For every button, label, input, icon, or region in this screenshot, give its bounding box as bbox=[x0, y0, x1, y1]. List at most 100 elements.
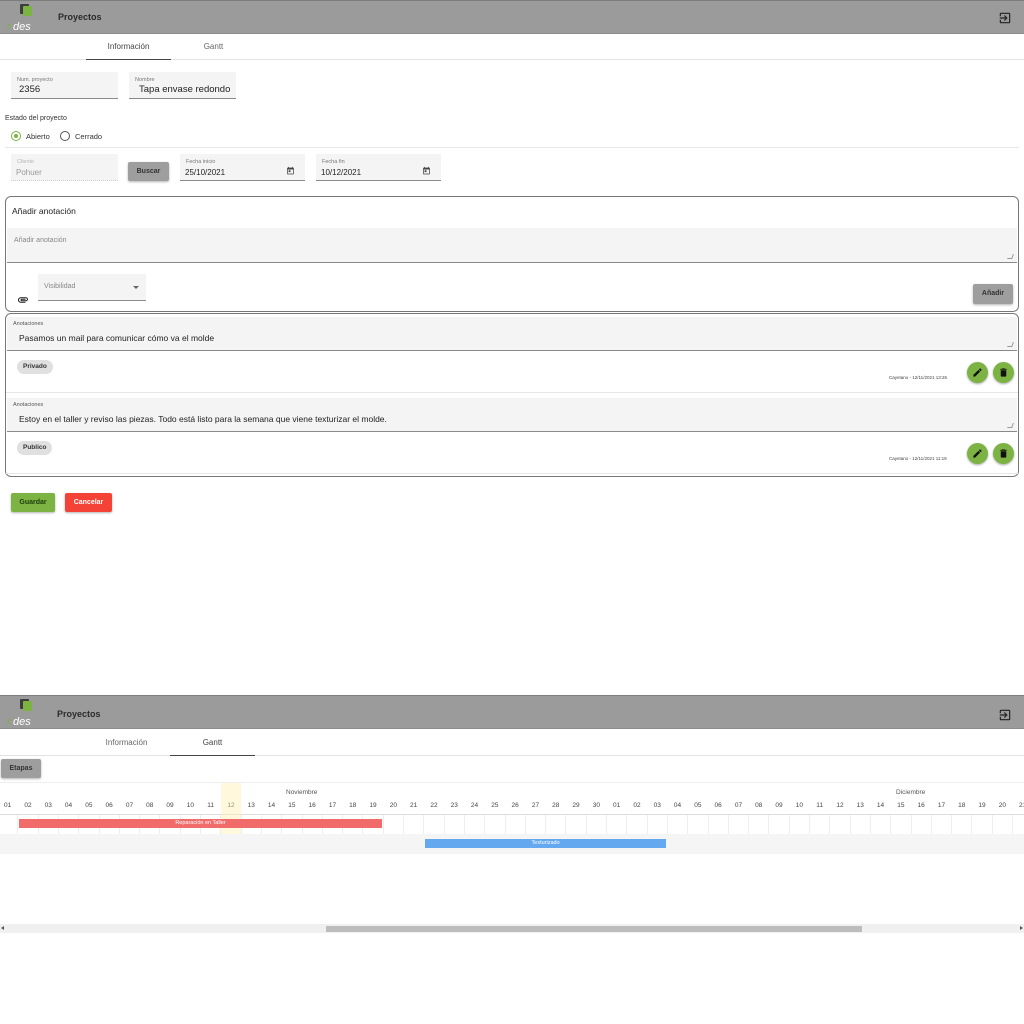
edit-button[interactable] bbox=[967, 362, 988, 383]
gantt-day-label: 13 bbox=[247, 802, 255, 809]
fecha-inicio-label: Fecha inicio bbox=[186, 159, 216, 165]
annotation-textarea[interactable]: Anotaciones Pasamos un mail para comunic… bbox=[7, 317, 1017, 351]
tab-informacion[interactable]: Información bbox=[84, 730, 169, 756]
fecha-inicio-field[interactable]: Fecha inicio 25/10/2021 bbox=[180, 154, 305, 181]
cliente-field: Cliente Pohuer bbox=[11, 154, 118, 181]
radio-abierto-label: Abierto bbox=[26, 132, 50, 141]
fecha-fin-label: Fecha fin bbox=[322, 159, 345, 165]
gantt-day-label: 06 bbox=[105, 802, 113, 809]
gantt-task-bar[interactable]: Texturizado bbox=[424, 839, 667, 848]
gantt-day-label: 16 bbox=[917, 802, 925, 809]
etapas-button[interactable]: Etapas bbox=[1, 759, 41, 778]
cliente-value: Pohuer bbox=[16, 168, 42, 177]
gantt-day-label: 25 bbox=[491, 802, 499, 809]
app-title: Proyectos bbox=[58, 12, 102, 22]
exit-icon[interactable] bbox=[998, 708, 1012, 722]
num-proyecto-field[interactable]: Num. proyecto 2356 bbox=[11, 72, 118, 99]
gantt-day-label: 26 bbox=[511, 802, 519, 809]
anadir-button[interactable]: Añadir bbox=[973, 284, 1013, 304]
gantt-day-label: 24 bbox=[470, 802, 479, 809]
calendar-icon[interactable] bbox=[422, 163, 431, 175]
pencil-icon bbox=[973, 368, 982, 377]
new-annotation-card: Añadir anotación Añadir anotación Visibi… bbox=[5, 196, 1019, 312]
gantt-day-label: 10 bbox=[795, 802, 803, 809]
gantt-day-label: 21 bbox=[410, 802, 418, 809]
app-title: Proyectos bbox=[57, 709, 101, 719]
cancelar-button[interactable]: Cancelar bbox=[65, 493, 112, 512]
svg-text:des: des bbox=[13, 716, 31, 728]
tab-gantt[interactable]: Gantt bbox=[171, 34, 256, 60]
scroll-right-icon[interactable] bbox=[1020, 926, 1023, 930]
divider bbox=[6, 473, 1018, 474]
edit-button[interactable] bbox=[967, 443, 988, 464]
gantt-day-label: 04 bbox=[673, 802, 682, 809]
resize-handle[interactable] bbox=[1007, 254, 1014, 259]
trash-icon bbox=[1000, 368, 1007, 377]
gantt-day-label: 03 bbox=[653, 802, 661, 809]
visibility-chip: Publico bbox=[17, 441, 53, 455]
gantt-day-label: 22 bbox=[430, 802, 438, 809]
delete-button[interactable] bbox=[993, 443, 1014, 464]
gantt-day-label: 14 bbox=[876, 802, 885, 809]
svg-text:des: des bbox=[13, 21, 31, 33]
gantt-day-label: 10 bbox=[186, 802, 194, 809]
gantt-day-label: 27 bbox=[531, 802, 540, 809]
nombre-field[interactable]: Nombre Tapa envase redondo bbox=[129, 72, 236, 99]
gantt-task-bar[interactable]: Reparación en Taller bbox=[18, 819, 383, 828]
resize-handle[interactable] bbox=[1007, 423, 1014, 428]
cliente-label: Cliente bbox=[17, 159, 35, 165]
scroll-left-icon[interactable] bbox=[1, 926, 4, 930]
annotation-label: Anotaciones bbox=[13, 321, 44, 327]
pencil-icon bbox=[973, 449, 982, 458]
gantt-day-label: 29 bbox=[572, 802, 580, 809]
chevron-down-icon bbox=[133, 286, 139, 289]
annotation-textarea[interactable]: Anotaciones Estoy en el taller y reviso … bbox=[7, 398, 1017, 432]
gantt-day-label: 08 bbox=[755, 802, 763, 809]
tab-informacion[interactable]: Información bbox=[86, 34, 171, 60]
radio-abierto[interactable] bbox=[11, 131, 21, 141]
tab-gantt[interactable]: Gantt bbox=[170, 730, 255, 756]
scroll-thumb[interactable] bbox=[326, 926, 862, 932]
gantt-day-label: 01 bbox=[4, 802, 12, 809]
new-annotation-title: Añadir anotación bbox=[12, 206, 76, 216]
buscar-button[interactable]: Buscar bbox=[128, 162, 169, 181]
annotation-label: Anotaciones bbox=[13, 402, 44, 408]
tab-bar: Información Gantt bbox=[0, 34, 1024, 60]
nombre-label: Nombre bbox=[135, 77, 155, 83]
delete-button[interactable] bbox=[993, 362, 1014, 383]
num-proyecto-label: Num. proyecto bbox=[17, 77, 53, 83]
calendar-icon[interactable] bbox=[286, 163, 295, 175]
visibilidad-placeholder: Visibilidad bbox=[44, 283, 76, 290]
gantt-day-label: 19 bbox=[978, 802, 986, 809]
exit-icon[interactable] bbox=[998, 11, 1012, 25]
gantt-day-label: 23 bbox=[450, 802, 458, 809]
app-logo: r des bbox=[6, 698, 46, 728]
resize-handle[interactable] bbox=[1007, 342, 1014, 347]
horizontal-scrollbar[interactable] bbox=[0, 924, 1024, 933]
gantt-day-label: 18 bbox=[349, 802, 357, 809]
gantt-day-label: 09 bbox=[775, 802, 783, 809]
gantt-day-label: 06 bbox=[714, 802, 722, 809]
gantt-day-label: 11 bbox=[816, 802, 824, 809]
visibility-chip: Privado bbox=[17, 360, 53, 374]
gantt-day-label: 16 bbox=[308, 802, 316, 809]
nombre-value: Tapa envase redondo bbox=[139, 84, 231, 95]
guardar-button[interactable]: Guardar bbox=[11, 493, 55, 512]
divider bbox=[5, 147, 1019, 148]
new-annotation-textarea[interactable]: Añadir anotación bbox=[7, 228, 1017, 263]
gantt-day-label: 02 bbox=[24, 802, 32, 809]
radio-cerrado-label: Cerrado bbox=[75, 132, 103, 141]
gantt-day-label: 19 bbox=[369, 802, 377, 809]
gantt-day-label: 21 bbox=[1019, 802, 1024, 809]
gantt-bars: Reparación en Taller Texturizado bbox=[0, 815, 1024, 854]
gantt-chart: Noviembre Diciembre 01 02 03 04 05 06 07 08 09 10… bbox=[0, 782, 1024, 854]
visibilidad-select[interactable]: Visibilidad bbox=[38, 274, 146, 301]
paperclip-icon[interactable] bbox=[17, 291, 29, 303]
gantt-day-label: 12 bbox=[836, 802, 844, 809]
app-logo: r des bbox=[6, 3, 46, 33]
radio-cerrado[interactable] bbox=[60, 131, 70, 141]
fecha-fin-field[interactable]: Fecha fin 10/12/2021 bbox=[316, 154, 441, 181]
tab-bar: Información Gantt bbox=[0, 730, 1024, 756]
gantt-day-label: 02 bbox=[633, 802, 641, 809]
annotation-text: Estoy en el taller y reviso las piezas. … bbox=[19, 414, 387, 424]
